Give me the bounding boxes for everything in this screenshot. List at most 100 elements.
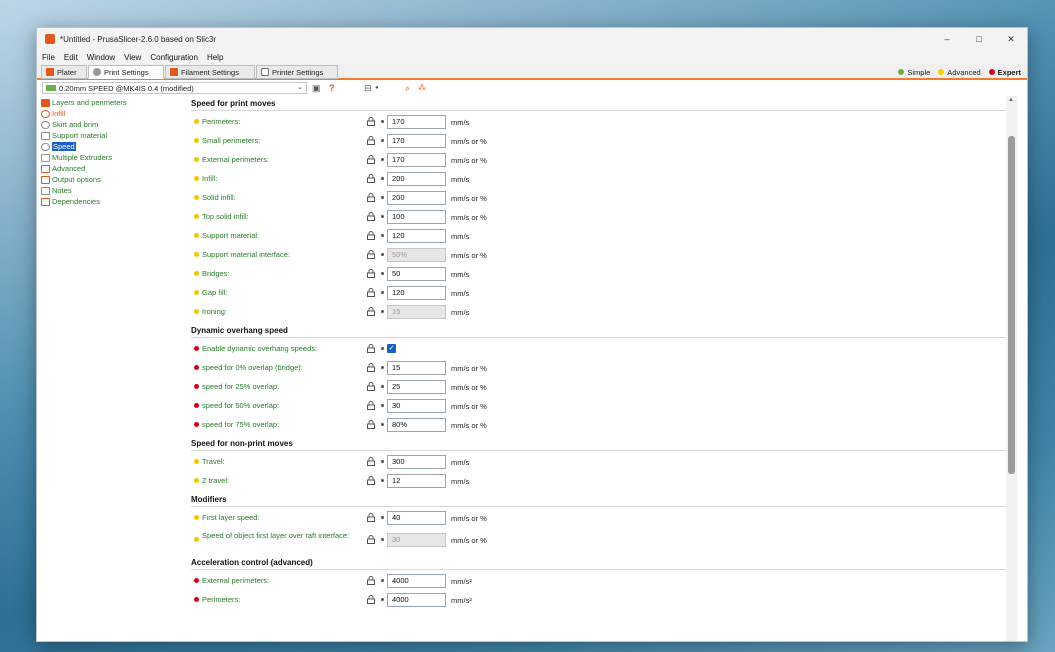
lock-icon[interactable] [366,595,376,604]
reset-bullet-icon[interactable] [381,215,384,218]
reset-bullet-icon[interactable] [381,196,384,199]
reset-bullet-icon[interactable] [381,253,384,256]
reset-bullet-icon[interactable] [381,177,384,180]
save-preset-icon[interactable]: ▣ [312,82,321,94]
setting-value-input[interactable]: 25 [387,380,446,394]
scrollbar-thumb[interactable] [1008,136,1015,474]
lock-icon[interactable] [366,382,376,391]
setting-value-input[interactable]: 4000 [387,593,446,607]
enable-dynamic-overhang-checkbox[interactable]: ✓ [387,344,396,353]
setting-value-input[interactable]: 170 [387,115,446,129]
lock-icon[interactable] [366,307,376,316]
setting-value-input[interactable]: 200 [387,172,446,186]
reset-bullet-icon[interactable] [381,385,384,388]
minimize-button[interactable]: – [931,28,963,50]
sidebar-item-layers-and-perimeters[interactable]: Layers and perimeters [41,97,127,108]
setting-value-input[interactable]: 120 [387,286,446,300]
reset-bullet-icon[interactable] [381,120,384,123]
lock-icon[interactable] [366,344,376,353]
reset-bullet-icon[interactable] [381,479,384,482]
setting-value-input[interactable]: 15 [387,305,446,319]
lock-icon[interactable] [366,174,376,183]
lock-icon[interactable] [366,513,376,522]
menu-edit[interactable]: Edit [64,53,78,62]
lock-icon[interactable] [366,288,376,297]
setting-value-input[interactable]: 15 [387,361,446,375]
lock-icon[interactable] [366,193,376,202]
reset-bullet-icon[interactable] [381,516,384,519]
vertical-scrollbar[interactable]: ▲ [1006,96,1017,641]
sidebar-item-speed[interactable]: Speed [41,141,76,152]
setting-value-input[interactable]: 4000 [387,574,446,588]
sidebar-item-output-options[interactable]: Output options [41,174,101,185]
setting-value-input[interactable]: 50 [387,267,446,281]
sidebar-item-notes[interactable]: Notes [41,185,72,196]
lock-icon[interactable] [366,155,376,164]
setting-value-input[interactable]: 170 [387,134,446,148]
setting-value-input[interactable]: 50% [387,248,446,262]
lock-icon[interactable] [366,363,376,372]
reset-bullet-icon[interactable] [381,291,384,294]
lock-icon[interactable] [366,476,376,485]
reset-bullet-icon[interactable] [381,460,384,463]
setting-value-input[interactable]: 200 [387,191,446,205]
sidebar-item-infill[interactable]: Infill [41,108,65,119]
reset-bullet-icon[interactable] [381,579,384,582]
reset-bullet-icon[interactable] [381,234,384,237]
compare-icon[interactable]: ⁂ [418,82,426,94]
reset-bullet-icon[interactable] [381,272,384,275]
menu-configuration[interactable]: Configuration [150,53,198,62]
reset-bullet-icon[interactable] [381,139,384,142]
tab-filament-settings[interactable]: Filament Settings [165,65,255,79]
reset-bullet-icon[interactable] [381,538,384,541]
lock-icon[interactable] [366,535,376,544]
setting-value-input[interactable]: 40 [387,511,446,525]
lock-icon[interactable] [366,420,376,429]
lock-icon[interactable] [366,136,376,145]
search-icon[interactable]: ⌕ [405,82,410,94]
setting-value-input[interactable]: 30 [387,533,446,547]
reset-bullet-icon[interactable] [381,347,384,350]
setting-value-input[interactable]: 12 [387,474,446,488]
sidebar-item-support-material[interactable]: Support material [41,130,107,141]
maximize-button[interactable]: □ [963,28,995,50]
reset-bullet-icon[interactable] [381,310,384,313]
menu-window[interactable]: Window [87,53,115,62]
close-button[interactable]: ✕ [995,28,1027,50]
reset-bullet-icon[interactable] [381,423,384,426]
setting-value-input[interactable]: 300 [387,455,446,469]
lock-icon[interactable] [366,269,376,278]
sidebar-item-dependencies[interactable]: Dependencies [41,196,100,207]
menu-view[interactable]: View [124,53,141,62]
lock-icon[interactable] [366,117,376,126]
reset-bullet-icon[interactable] [381,366,384,369]
setting-value-input[interactable]: 100 [387,210,446,224]
sidebar-item-skirt-and-brim[interactable]: Skirt and brim [41,119,98,130]
preset-select[interactable]: 0.20mm SPEED @MK4IS 0.4 (modified) ⌄ [42,82,307,94]
reset-bullet-icon[interactable] [381,158,384,161]
mode-advanced[interactable]: Advanced [938,68,981,77]
mode-expert[interactable]: Expert [988,68,1021,77]
lock-icon[interactable] [366,250,376,259]
sidebar-item-multiple-extruders[interactable]: Multiple Extruders [41,152,112,163]
tab-printer-settings[interactable]: Printer Settings [256,65,338,79]
setting-value-input[interactable]: 170 [387,153,446,167]
setting-value-input[interactable]: 120 [387,229,446,243]
mode-simple[interactable]: Simple [898,68,930,77]
lock-icon[interactable] [366,401,376,410]
setting-value-input[interactable]: 80% [387,418,446,432]
menu-help[interactable]: Help [207,53,223,62]
lock-icon[interactable] [366,231,376,240]
reset-bullet-icon[interactable] [381,404,384,407]
lock-icon[interactable] [366,457,376,466]
menu-file[interactable]: File [42,53,55,62]
lock-icon[interactable] [366,212,376,221]
scroll-up-icon[interactable]: ▲ [1008,97,1014,103]
setting-value-input[interactable]: 30 [387,399,446,413]
question-icon[interactable]: ? [329,82,335,94]
sidebar-item-advanced[interactable]: Advanced [41,163,85,174]
tab-plater[interactable]: Plater [41,65,87,79]
lock-icon[interactable] [366,576,376,585]
tab-print-settings[interactable]: Print Settings [88,65,164,79]
reset-bullet-icon[interactable] [381,598,384,601]
